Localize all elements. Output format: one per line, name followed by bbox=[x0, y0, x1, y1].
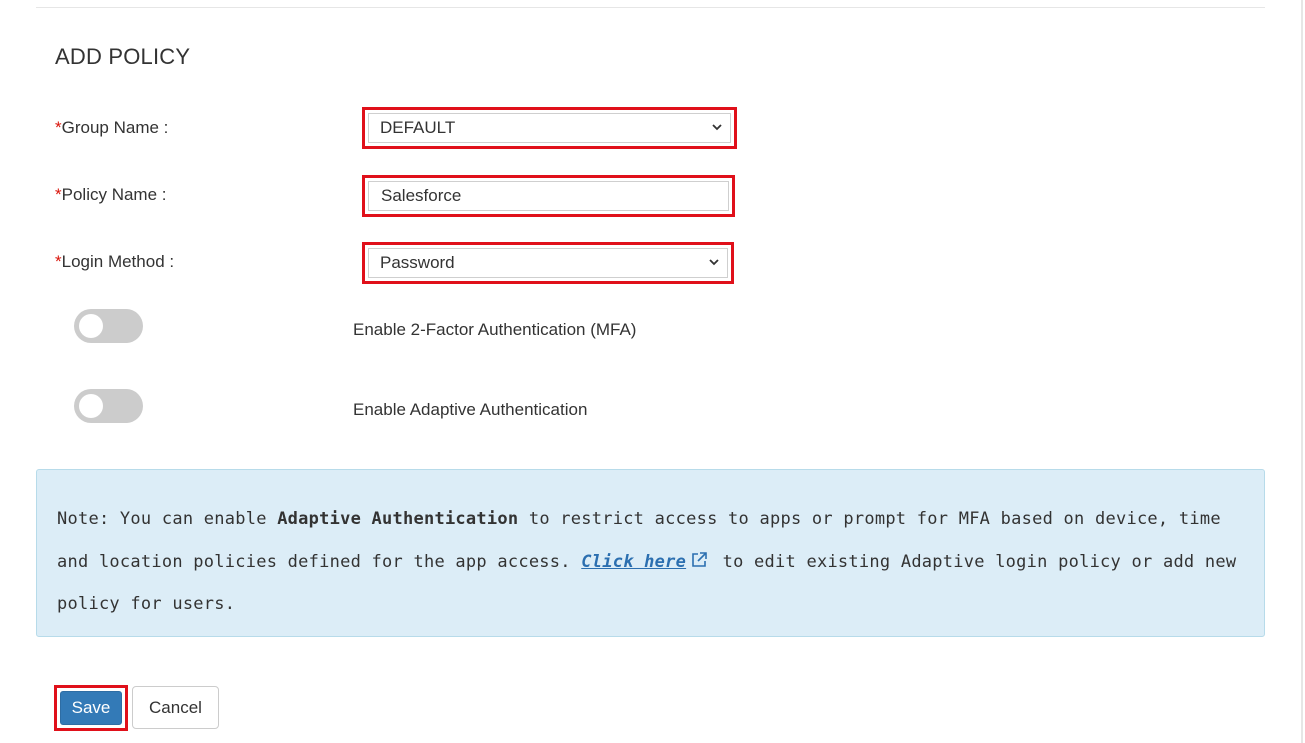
required-marker: * bbox=[55, 252, 62, 271]
group-name-value: DEFAULT bbox=[380, 118, 456, 137]
login-method-select[interactable]: Password bbox=[368, 248, 728, 278]
toggle-knob bbox=[79, 314, 103, 338]
scrollbar-track[interactable] bbox=[1301, 0, 1303, 743]
adaptive-auth-toggle[interactable] bbox=[74, 389, 143, 423]
top-divider bbox=[36, 7, 1265, 8]
required-marker: * bbox=[55, 118, 62, 137]
policy-name-label: *Policy Name : bbox=[55, 185, 167, 205]
note-text: Note: You can enable Adaptive Authentica… bbox=[57, 498, 1244, 626]
note-prefix: Note: You can enable bbox=[57, 509, 278, 529]
note-bold: Adaptive Authentication bbox=[277, 509, 519, 529]
policy-name-input[interactable]: Salesforce bbox=[368, 181, 729, 211]
save-button[interactable]: Save bbox=[60, 691, 122, 725]
group-name-label-text: Group Name : bbox=[61, 118, 169, 137]
required-marker: * bbox=[55, 185, 62, 204]
external-link-icon[interactable] bbox=[690, 551, 708, 569]
save-button-highlight: Save bbox=[54, 685, 128, 731]
toggle-knob bbox=[79, 394, 103, 418]
group-name-highlight: DEFAULT bbox=[362, 107, 737, 149]
chevron-down-icon bbox=[712, 124, 722, 131]
group-name-label: *Group Name : bbox=[55, 118, 168, 138]
policy-name-value: Salesforce bbox=[381, 186, 462, 205]
policy-name-label-text: Policy Name : bbox=[61, 185, 167, 204]
login-method-label: *Login Method : bbox=[55, 252, 174, 272]
policy-name-highlight: Salesforce bbox=[362, 175, 735, 217]
adaptive-auth-toggle-label: Enable Adaptive Authentication bbox=[353, 400, 588, 419]
mfa-toggle-label: Enable 2-Factor Authentication (MFA) bbox=[353, 320, 637, 339]
mfa-toggle[interactable] bbox=[74, 309, 143, 343]
info-note: Note: You can enable Adaptive Authentica… bbox=[36, 469, 1265, 637]
page-title: ADD POLICY bbox=[55, 44, 191, 69]
chevron-down-icon bbox=[709, 259, 719, 266]
cancel-button[interactable]: Cancel bbox=[132, 686, 219, 729]
login-method-label-text: Login Method : bbox=[61, 252, 175, 271]
login-method-highlight: Password bbox=[362, 242, 734, 284]
click-here-link[interactable]: Click here bbox=[581, 552, 686, 572]
group-name-select[interactable]: DEFAULT bbox=[368, 113, 731, 143]
login-method-value: Password bbox=[380, 253, 455, 272]
